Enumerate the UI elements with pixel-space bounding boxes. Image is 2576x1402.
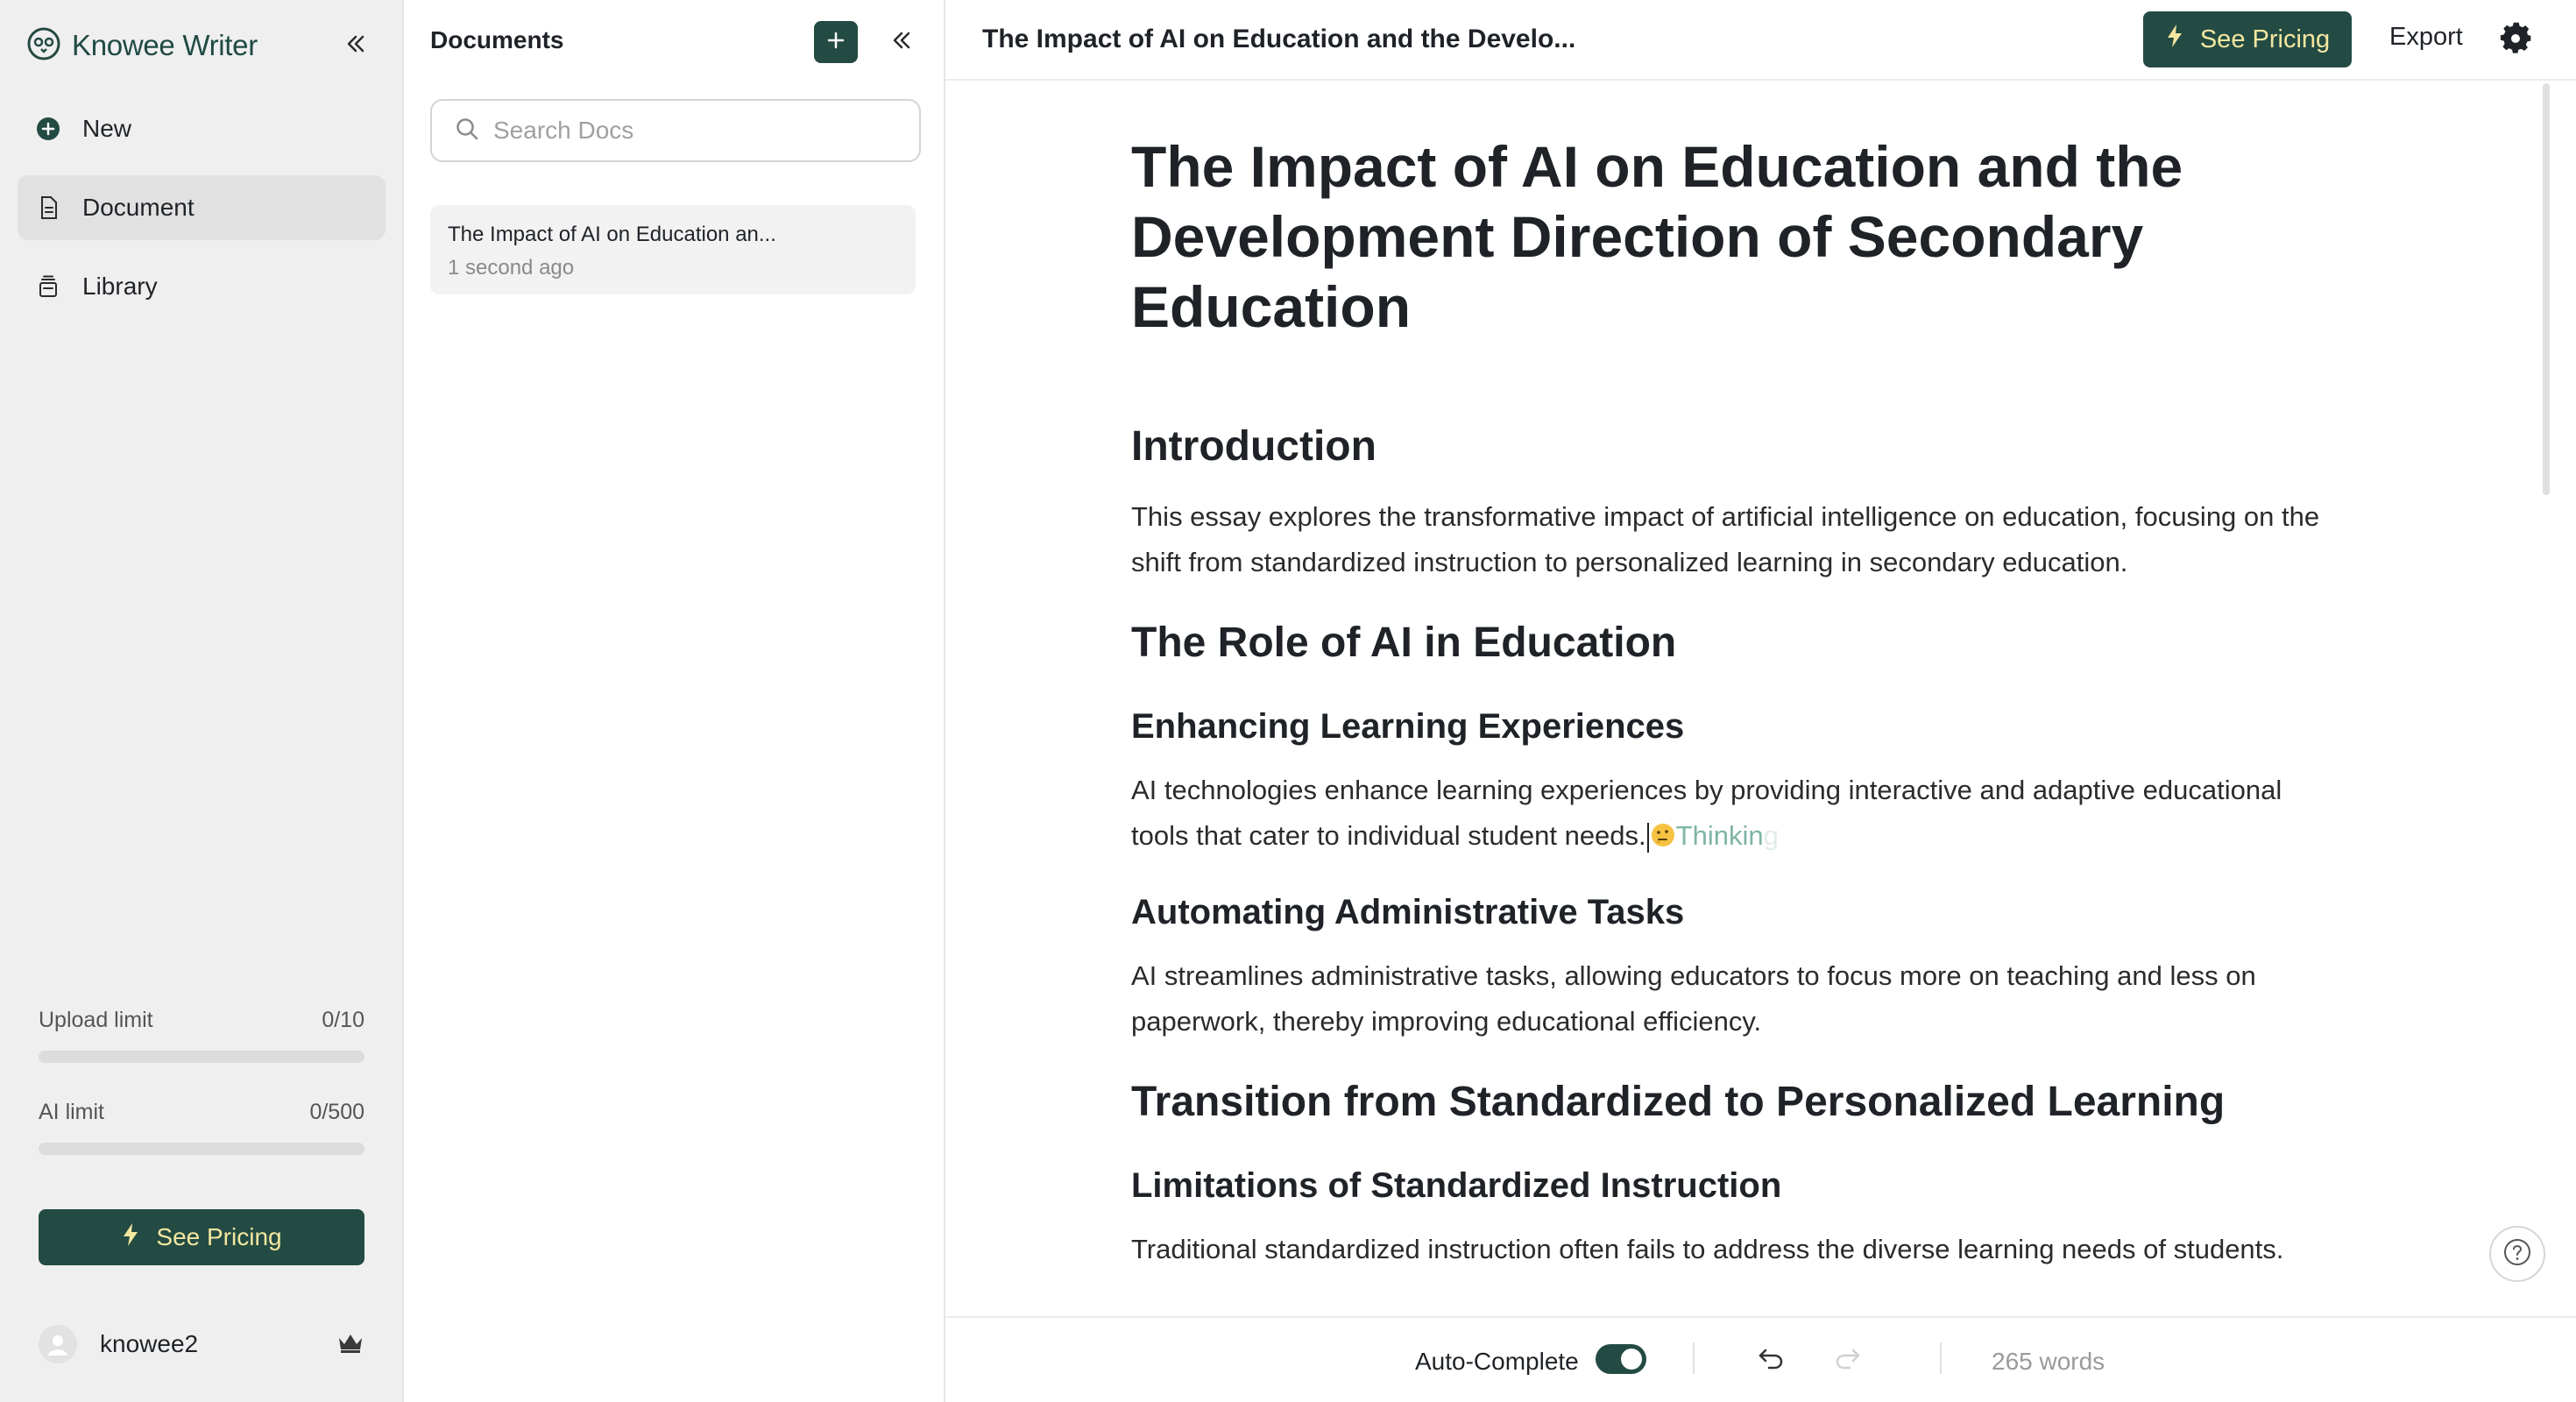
- library-icon: [33, 272, 63, 301]
- auto-complete-label: Auto-Complete: [1415, 1348, 1579, 1375]
- collapse-documents-button[interactable]: [882, 23, 921, 61]
- document-icon: [33, 193, 63, 223]
- documents-panel: Documents The Impact of AI on Education …: [404, 0, 945, 1402]
- thinking-emoji-icon: [1650, 820, 1676, 851]
- see-pricing-label: See Pricing: [2199, 25, 2331, 53]
- editor-bottombar: Auto-Complete 265 words: [945, 1316, 2576, 1402]
- undo-icon: [1755, 1349, 1787, 1377]
- sidebar-see-pricing-button[interactable]: See Pricing: [39, 1209, 364, 1265]
- sidebar-item-new[interactable]: New: [18, 96, 386, 161]
- avatar: [39, 1325, 77, 1363]
- sidebar-nav: New Document Library: [18, 96, 386, 333]
- export-button[interactable]: Export: [2389, 23, 2463, 52]
- editor-scrollbar[interactable]: [2543, 83, 2550, 495]
- word-count: 265 words: [1992, 1348, 2105, 1375]
- subsection-heading: Limitations of Standardized Instruction: [1131, 1166, 1782, 1205]
- lightning-icon: [121, 1222, 156, 1253]
- upload-limit-value: 0/10: [322, 1008, 364, 1032]
- ai-limit-value: 0/500: [309, 1100, 364, 1124]
- document-title-header: The Impact of AI on Education and the De…: [982, 25, 1576, 53]
- paragraph: AI technologies enhance learning experie…: [1131, 768, 2340, 859]
- ai-limit-bar: [39, 1143, 364, 1155]
- lightning-icon: [2165, 24, 2200, 55]
- search-docs-field[interactable]: [430, 99, 921, 162]
- double-chevron-left-icon: [343, 31, 369, 61]
- upload-limit-row: Upload limit 0/10: [39, 1008, 364, 1033]
- text-cursor: [1646, 822, 1649, 853]
- app-logo[interactable]: Knowee Writer: [26, 26, 258, 65]
- divider: [1693, 1342, 1695, 1374]
- usage-limits: Upload limit 0/10 AI limit 0/500: [39, 1008, 364, 1192]
- user-profile[interactable]: knowee2: [39, 1323, 364, 1365]
- header-see-pricing-button[interactable]: See Pricing: [2143, 11, 2352, 67]
- thinking-indicator-fade: g: [1763, 820, 1779, 851]
- sidebar-item-label: Library: [82, 273, 158, 300]
- editor-topbar: The Impact of AI on Education and the De…: [945, 0, 2576, 81]
- sidebar-item-document[interactable]: Document: [18, 175, 386, 240]
- question-mark-icon: [2502, 1237, 2532, 1271]
- crown-icon[interactable]: [336, 1331, 364, 1358]
- see-pricing-label: See Pricing: [156, 1223, 282, 1250]
- toggle-knob: [1621, 1349, 1642, 1370]
- auto-complete-toggle[interactable]: [1596, 1344, 1646, 1374]
- paragraph: Traditional standardized instruction oft…: [1131, 1234, 2284, 1264]
- subsection-heading: Enhancing Learning Experiences: [1131, 707, 1685, 746]
- thinking-indicator: Thinkin: [1675, 820, 1764, 851]
- section-heading: Introduction: [1131, 423, 1376, 470]
- redo-button[interactable]: [1832, 1342, 1867, 1377]
- document-list-item-time: 1 second ago: [448, 256, 575, 280]
- document-list-item-title: The Impact of AI on Education an...: [448, 223, 776, 246]
- section-heading: Transition from Standardized to Personal…: [1131, 1079, 2226, 1125]
- left-sidebar: Knowee Writer New Document Library Uploa…: [0, 0, 404, 1402]
- settings-button[interactable]: [2498, 21, 2533, 56]
- redo-icon: [1832, 1349, 1864, 1377]
- plus-icon: [826, 31, 846, 54]
- ai-limit-label: AI limit: [39, 1100, 104, 1124]
- upload-limit-label: Upload limit: [39, 1008, 153, 1032]
- paragraph: This essay explores the transformative i…: [1131, 501, 2320, 577]
- section-heading: The Role of AI in Education: [1131, 620, 1677, 666]
- plus-circle-icon: [33, 114, 63, 144]
- documents-panel-title: Documents: [430, 26, 564, 53]
- collapse-sidebar-button[interactable]: [336, 26, 375, 65]
- ai-limit-row: AI limit 0/500: [39, 1100, 364, 1125]
- divider: [1940, 1342, 1942, 1374]
- document-content[interactable]: The Impact of AI on Education and the De…: [1131, 131, 2340, 1314]
- editor-area: The Impact of AI on Education and the De…: [945, 0, 2576, 1402]
- sidebar-item-label: New: [82, 115, 132, 142]
- sidebar-item-library[interactable]: Library: [18, 254, 386, 319]
- sidebar-item-label: Document: [82, 194, 195, 221]
- gear-icon: [2498, 22, 2533, 60]
- app-name: Knowee Writer: [72, 29, 258, 61]
- help-button[interactable]: [2489, 1226, 2545, 1282]
- username: knowee2: [100, 1330, 199, 1357]
- upload-limit-bar: [39, 1051, 364, 1063]
- double-chevron-left-icon: [888, 27, 915, 58]
- owl-logo-icon: [26, 26, 61, 66]
- paragraph: AI streamlines administrative tasks, all…: [1131, 960, 2256, 1037]
- document-list-item[interactable]: The Impact of AI on Education an... 1 se…: [430, 205, 916, 294]
- document-title: The Impact of AI on Education and the De…: [1131, 134, 2183, 339]
- add-document-button[interactable]: [814, 21, 858, 63]
- undo-button[interactable]: [1755, 1342, 1790, 1377]
- search-docs-input[interactable]: [493, 117, 896, 145]
- subsection-heading: Automating Administrative Tasks: [1131, 893, 1685, 931]
- search-icon: [455, 117, 479, 145]
